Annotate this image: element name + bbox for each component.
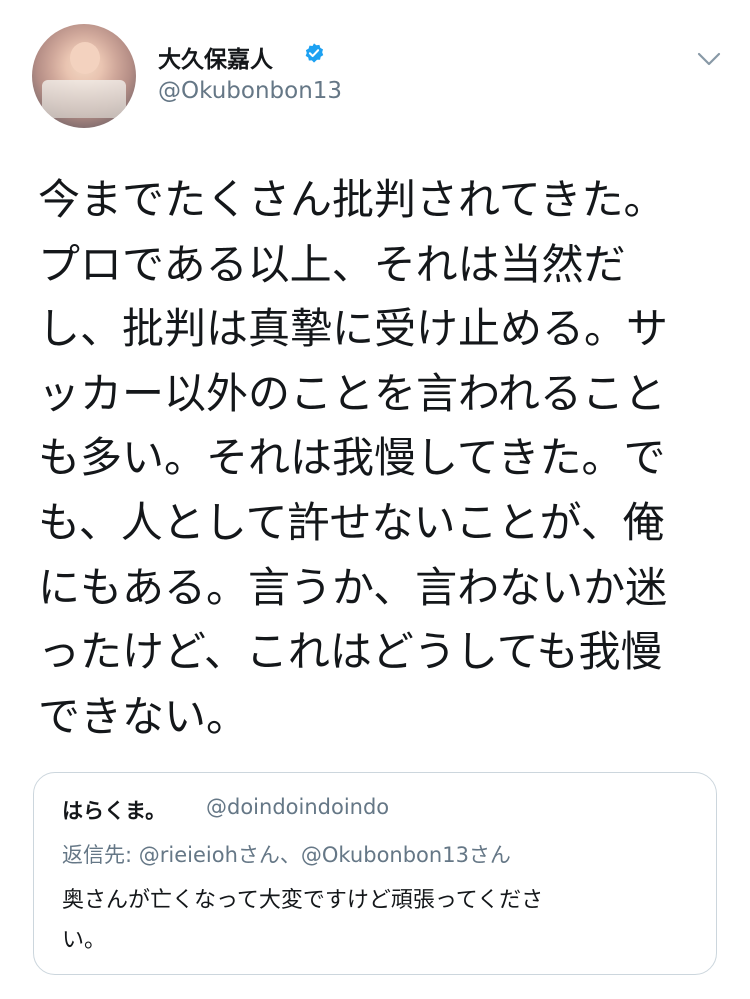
tweet-text-line: も多い。それは我慢してきた。で [38,433,666,483]
verified-badge-icon [305,43,324,63]
tweet-text-line: プロである以上、それは当然だ [38,239,626,289]
tweet-text-line: し、批判は真摯に受け止める。サ [38,304,669,354]
tweet-text: 今までたくさん批判されてきた。 プロである以上、それは当然だ し、批判は真摯に受… [38,168,708,749]
tweet: 大久保嘉人 @Okubonbon13 今までたくさん批判されてきた。 プロである… [0,0,750,999]
tweet-text-line: も、人として許せないことが、俺 [38,497,665,547]
author-handle[interactable]: @Okubonbon13 [158,78,342,104]
avatar-photo-chair [42,80,126,118]
quoted-author-name: はらくま。 [62,799,167,823]
avatar[interactable] [32,24,136,128]
tweet-text-line: ッカー以外のことを言われること [38,368,666,418]
quoted-text-line: い。 [62,928,107,953]
quoted-tweet-text: 奥さんが亡くなって大変ですけど頑張ってくださ い。 [62,881,702,961]
tweet-text-line: にもある。言うか、言わないか迷 [38,562,668,612]
tweet-text-line: できない。 [38,691,249,741]
quoted-tweet-card[interactable]: はらくま。 @doindoindoindo 返信先: @rieieiohさん、@… [33,772,717,975]
author-name[interactable]: 大久保嘉人 [158,40,273,74]
avatar-photo-face [70,42,100,74]
quoted-reply-to: 返信先: @rieieiohさん、@Okubonbon13さん [62,843,511,867]
quoted-text-line: 奥さんが亡くなって大変ですけど頑張ってくださ [62,888,544,913]
quoted-author-handle: @doindoindoindo [206,795,390,819]
tweet-text-line: ったけど、これはどうしても我慢 [38,627,663,677]
tweet-text-line: 今までたくさん批判されてきた。 [38,175,666,224]
chevron-down-icon[interactable] [697,52,721,66]
